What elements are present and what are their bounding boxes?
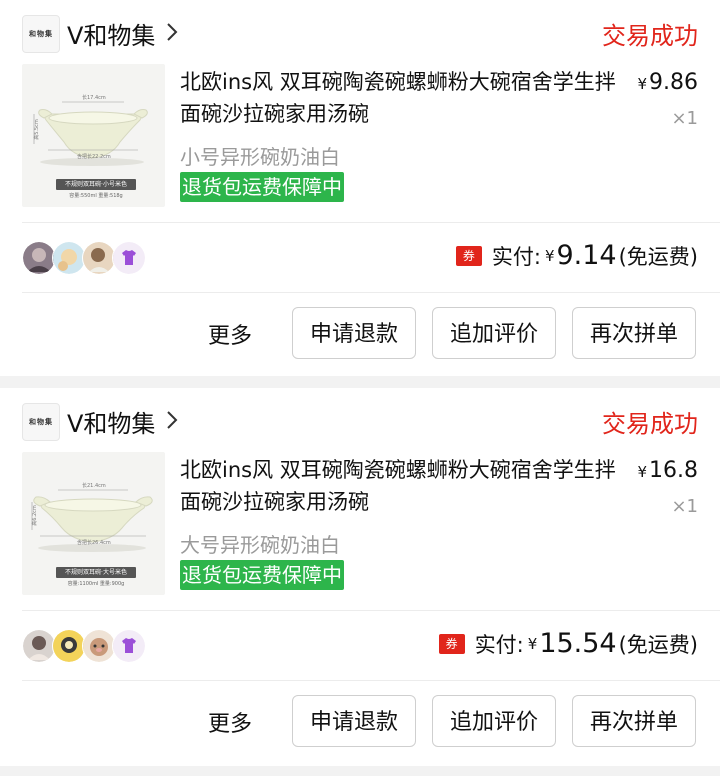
dimension-label: 长17.4cm bbox=[82, 95, 106, 101]
shop-name[interactable]: V和物集 bbox=[67, 404, 155, 439]
group-buyer-avatars[interactable] bbox=[22, 241, 152, 275]
chevron-right-icon[interactable] bbox=[164, 408, 180, 432]
order-card: 和物集 V和物集 交易成功 长21.4cm 含把长26.4cm 高6.2cm 不… bbox=[0, 388, 720, 766]
reorder-button[interactable]: 再次拼单 bbox=[572, 307, 696, 359]
dimension-label: 高6.2cm bbox=[31, 505, 38, 526]
divider bbox=[22, 222, 720, 223]
image-spec: 容量:550ml 重量:518g bbox=[69, 193, 123, 199]
more-button[interactable]: 更多 bbox=[208, 706, 252, 738]
currency-symbol: ¥ bbox=[544, 246, 555, 265]
divider bbox=[22, 680, 720, 681]
order-card: 和物集 V和物集 交易成功 长17.4cm 含把长22.2cm 高5.5cm 不… bbox=[0, 0, 720, 376]
product-image[interactable]: 长21.4cm 含把长26.4cm 高6.2cm 不规则双耳碗·大号米色 容量:… bbox=[22, 452, 165, 595]
shop-header[interactable]: 和物集 V和物集 交易成功 bbox=[0, 388, 720, 452]
paid-label: 实付: bbox=[474, 632, 524, 657]
chevron-right-icon[interactable] bbox=[164, 20, 180, 44]
avatar bbox=[22, 629, 56, 663]
product-variant: 小号异形碗奶油白 bbox=[180, 145, 340, 169]
return-shipping-badge: 退货包运费保障中 bbox=[180, 172, 344, 202]
product-title[interactable]: 北欧ins风 双耳碗陶瓷碗螺蛳粉大碗宿舍学生拌面碗沙拉碗家用汤碗 bbox=[180, 66, 620, 130]
paid-summary: 券 实付: ¥ 9.14 (免运费) bbox=[455, 240, 698, 271]
avatar bbox=[112, 241, 146, 275]
add-review-button[interactable]: 追加评价 bbox=[432, 307, 556, 359]
more-button[interactable]: 更多 bbox=[208, 318, 252, 350]
reorder-button[interactable]: 再次拼单 bbox=[572, 695, 696, 747]
paid-label: 实付: bbox=[491, 244, 541, 269]
product-title[interactable]: 北欧ins风 双耳碗陶瓷碗螺蛳粉大碗宿舍学生拌面碗沙拉碗家用汤碗 bbox=[180, 454, 620, 518]
return-shipping-badge: 退货包运费保障中 bbox=[180, 560, 344, 590]
shop-logo[interactable]: 和物集 bbox=[22, 15, 60, 53]
avatar bbox=[112, 629, 146, 663]
divider bbox=[22, 610, 720, 611]
add-review-button[interactable]: 追加评价 bbox=[432, 695, 556, 747]
avatar bbox=[52, 629, 86, 663]
shipping-note: (免运费) bbox=[618, 632, 698, 657]
quantity: ×1 bbox=[671, 496, 698, 517]
image-caption: 不规则双耳碗·大号米色 bbox=[56, 567, 136, 578]
divider bbox=[22, 292, 720, 293]
shop-logo[interactable]: 和物集 bbox=[22, 403, 60, 441]
order-status: 交易成功 bbox=[602, 22, 698, 50]
paid-summary: 券 实付: ¥ 15.54 (免运费) bbox=[438, 628, 698, 659]
unit-price: ¥16.8 bbox=[637, 458, 698, 483]
image-spec: 容量:1100ml 重量:900g bbox=[67, 581, 125, 587]
request-refund-button[interactable]: 申请退款 bbox=[292, 695, 416, 747]
quantity: ×1 bbox=[671, 108, 698, 129]
shop-header[interactable]: 和物集 V和物集 交易成功 bbox=[0, 0, 720, 64]
product-image[interactable]: 长17.4cm 含把长22.2cm 高5.5cm 不规则双耳碗·小号米色 容量:… bbox=[22, 64, 165, 207]
paid-amount: 15.54 bbox=[539, 628, 617, 659]
dimension-label: 高5.5cm bbox=[33, 119, 40, 140]
avatar bbox=[82, 629, 116, 663]
image-caption: 不规则双耳碗·小号米色 bbox=[56, 179, 136, 190]
paid-amount: 9.14 bbox=[556, 240, 617, 271]
currency-symbol: ¥ bbox=[527, 634, 538, 653]
avatar bbox=[82, 241, 116, 275]
dimension-label: 含把长26.4cm bbox=[77, 540, 111, 546]
coupon-icon: 券 bbox=[438, 633, 465, 654]
order-status: 交易成功 bbox=[602, 410, 698, 438]
coupon-icon: 券 bbox=[455, 245, 482, 266]
product-variant: 大号异形碗奶油白 bbox=[180, 533, 340, 557]
group-buyer-avatars[interactable] bbox=[22, 629, 152, 663]
dimension-label: 长21.4cm bbox=[82, 483, 106, 489]
avatar bbox=[52, 241, 86, 275]
dimension-label: 含把长22.2cm bbox=[77, 154, 111, 160]
shipping-note: (免运费) bbox=[618, 244, 698, 269]
request-refund-button[interactable]: 申请退款 bbox=[292, 307, 416, 359]
avatar bbox=[22, 241, 56, 275]
shop-name[interactable]: V和物集 bbox=[67, 16, 155, 51]
unit-price: ¥9.86 bbox=[637, 70, 698, 95]
